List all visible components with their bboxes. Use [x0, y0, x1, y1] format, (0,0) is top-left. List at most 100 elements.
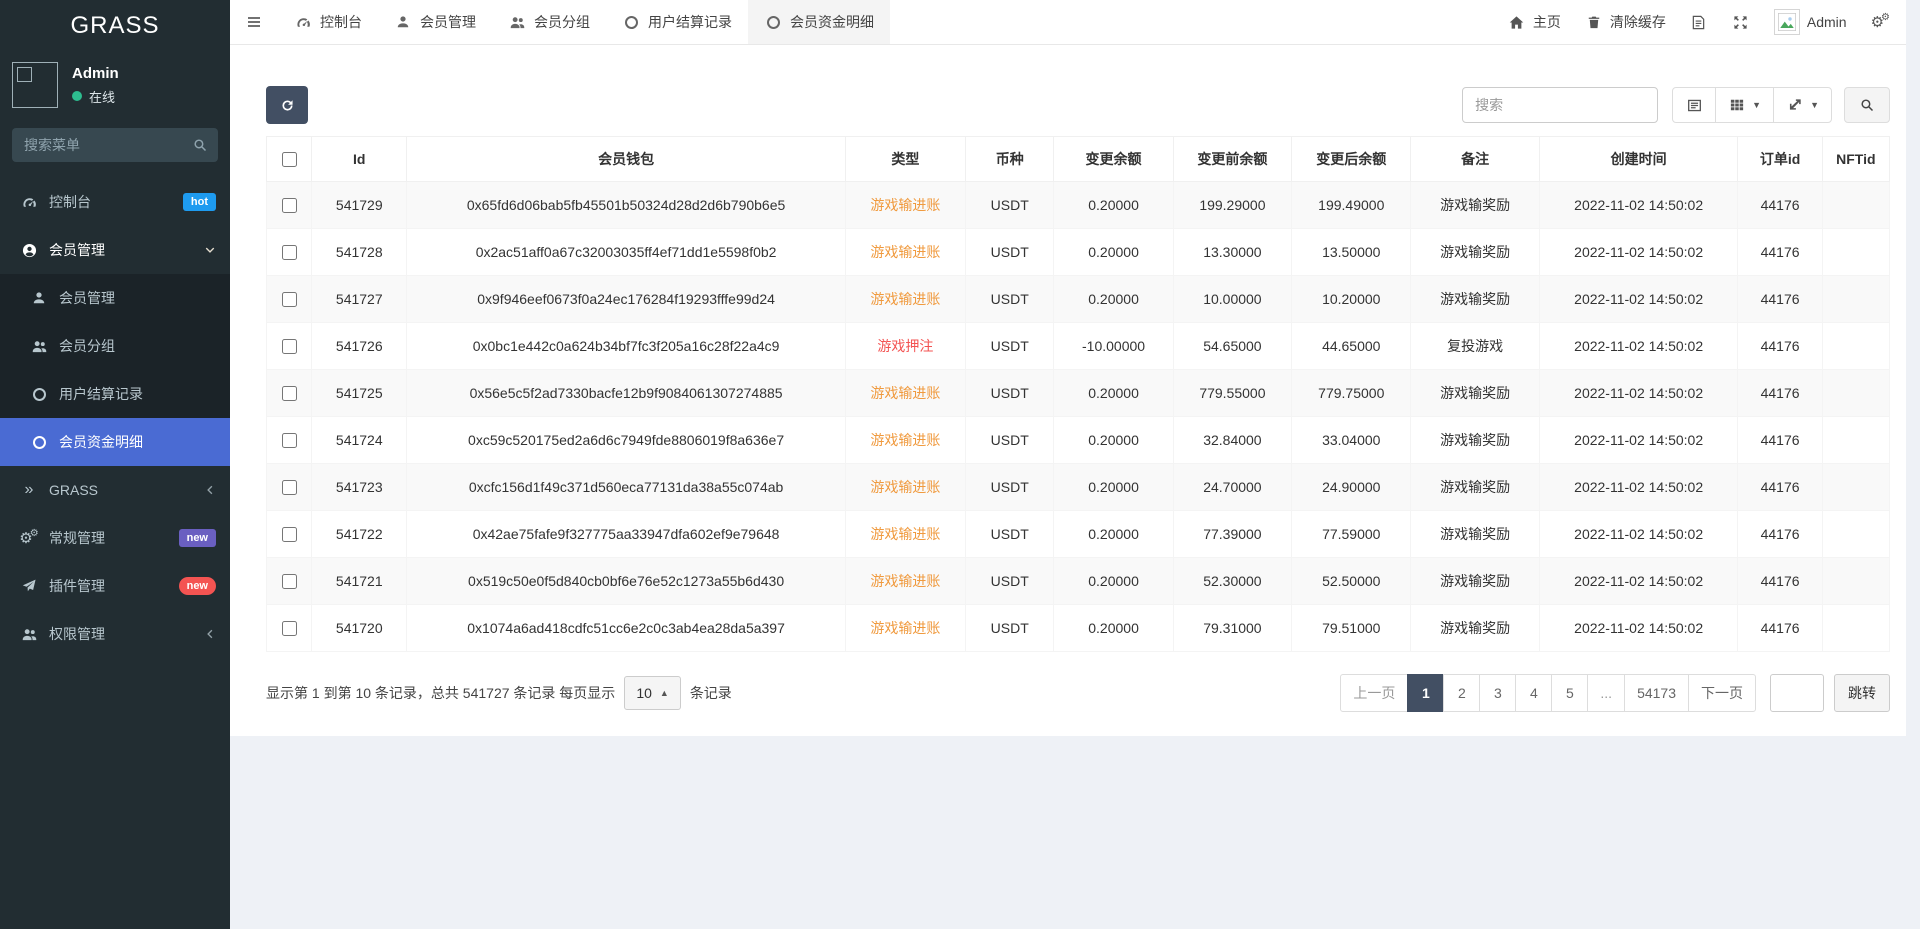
column-header[interactable]: 创建时间	[1539, 137, 1738, 182]
tab-item[interactable]: 会员管理	[378, 0, 492, 44]
search-button[interactable]	[1844, 87, 1890, 123]
cell-id: 541728	[312, 229, 407, 276]
sidebar-menu: 控制台hot会员管理会员管理会员分组用户结算记录会员资金明细»GRASS⚙⚙常规…	[0, 178, 230, 658]
sidebar-item[interactable]: 会员分组	[0, 322, 230, 370]
cell-type: 游戏输进账	[845, 370, 965, 417]
column-header[interactable]: 变更前余额	[1173, 137, 1291, 182]
column-header[interactable]: 会员钱包	[407, 137, 845, 182]
table-row: 5417290x65fd6d06bab5fb45501b50324d28d2d6…	[267, 182, 1890, 229]
cell-type: 游戏输进账	[845, 182, 965, 229]
sidebar-item[interactable]: 权限管理	[0, 610, 230, 658]
tab-item[interactable]: 会员分组	[492, 0, 606, 44]
sidebar-item[interactable]: 会员资金明细	[0, 418, 230, 466]
column-header[interactable]: NFTid	[1822, 137, 1889, 182]
page-size-value: 10	[636, 685, 652, 701]
sidebar-item[interactable]: 会员管理	[0, 226, 230, 274]
page-button[interactable]: 2	[1443, 674, 1480, 712]
search-icon[interactable]	[191, 138, 209, 152]
page-size-dropdown[interactable]: 10 ▲	[624, 676, 681, 710]
user-name: Admin	[72, 65, 119, 82]
cell-change: 0.20000	[1054, 229, 1173, 276]
row-checkbox[interactable]	[282, 621, 297, 636]
row-checkbox[interactable]	[282, 574, 297, 589]
online-dot	[72, 91, 82, 101]
cell-change: 0.20000	[1054, 511, 1173, 558]
cell-id: 541720	[312, 605, 407, 652]
user-status: 在线	[72, 87, 119, 106]
sidebar-item[interactable]: ⚙⚙常规管理new	[0, 514, 230, 562]
trash-icon	[1585, 15, 1603, 29]
row-checkbox[interactable]	[282, 480, 297, 495]
menu-search-input[interactable]	[12, 128, 218, 162]
language-button[interactable]	[1690, 15, 1708, 30]
columns-button[interactable]: ▼	[1715, 87, 1774, 123]
brand-logo: GRASS	[0, 0, 230, 52]
row-checkbox[interactable]	[282, 433, 297, 448]
export-button[interactable]: ▼	[1773, 87, 1832, 123]
table-search-input[interactable]	[1462, 87, 1658, 123]
clear-cache-button[interactable]: 清除缓存	[1585, 12, 1666, 32]
page-button[interactable]: 4	[1515, 674, 1552, 712]
settings-button[interactable]: ⚙⚙	[1871, 15, 1890, 30]
jump-button[interactable]: 跳转	[1834, 674, 1890, 712]
type-label: 游戏输进账	[870, 385, 940, 401]
sidebar-toggle-button[interactable]	[230, 0, 278, 44]
tab-active[interactable]: 会员资金明细	[748, 0, 890, 44]
circle-icon	[622, 16, 640, 29]
row-checkbox[interactable]	[282, 386, 297, 401]
row-checkbox[interactable]	[282, 339, 297, 354]
page-button[interactable]: 5	[1551, 674, 1588, 712]
home-button[interactable]: 主页	[1508, 12, 1561, 32]
page-button[interactable]: 3	[1479, 674, 1516, 712]
cell-before-balance: 10.00000	[1173, 276, 1291, 323]
cell-after-balance: 79.51000	[1292, 605, 1411, 652]
column-header[interactable]: 订单id	[1738, 137, 1822, 182]
sidebar-item[interactable]: »GRASS	[0, 466, 230, 514]
user-info: Admin 在线	[72, 65, 119, 106]
next-page-button[interactable]: 下一页	[1688, 674, 1756, 712]
row-select-cell	[267, 605, 312, 652]
tab-item[interactable]: 用户结算记录	[606, 0, 748, 44]
cell-change: -10.00000	[1054, 323, 1173, 370]
scrollbar[interactable]	[1906, 0, 1920, 929]
column-header[interactable]: 变更后余额	[1292, 137, 1411, 182]
column-header[interactable]: 类型	[845, 137, 965, 182]
column-header[interactable]: Id	[312, 137, 407, 182]
table-row: 5417250x56e5c5f2ad7330bacfe12b9f90840613…	[267, 370, 1890, 417]
prev-page-button[interactable]: 上一页	[1340, 674, 1408, 712]
user-menu[interactable]: Admin	[1774, 9, 1847, 35]
cell-remark: 游戏输奖励	[1411, 417, 1539, 464]
cell-before-balance: 77.39000	[1173, 511, 1291, 558]
cell-id: 541725	[312, 370, 407, 417]
sidebar-item[interactable]: 会员管理	[0, 274, 230, 322]
column-header[interactable]: 变更余额	[1054, 137, 1173, 182]
sidebar-item[interactable]: 用户结算记录	[0, 370, 230, 418]
detail-view-button[interactable]	[1672, 87, 1716, 123]
column-header[interactable]: 币种	[966, 137, 1054, 182]
cell-created-time: 2022-11-02 14:50:02	[1539, 276, 1738, 323]
refresh-button[interactable]	[266, 86, 308, 124]
jump-page-input[interactable]	[1770, 674, 1824, 712]
row-checkbox[interactable]	[282, 198, 297, 213]
cell-before-balance: 199.29000	[1173, 182, 1291, 229]
cell-before-balance: 779.55000	[1173, 370, 1291, 417]
row-checkbox[interactable]	[282, 292, 297, 307]
cell-after-balance: 24.90000	[1292, 464, 1411, 511]
page-button[interactable]: 54173	[1624, 674, 1689, 712]
fullscreen-button[interactable]	[1732, 15, 1750, 30]
tab-item[interactable]: 控制台	[278, 0, 378, 44]
users-icon	[30, 339, 48, 354]
sidebar-item[interactable]: 控制台hot	[0, 178, 230, 226]
column-header[interactable]: 备注	[1411, 137, 1539, 182]
cell-type: 游戏输进账	[845, 605, 965, 652]
cell-currency: USDT	[966, 511, 1054, 558]
select-all-checkbox[interactable]	[282, 152, 297, 167]
page-button[interactable]: 1	[1407, 674, 1444, 712]
cell-nft-id	[1822, 464, 1889, 511]
language-icon	[1690, 15, 1708, 30]
cell-created-time: 2022-11-02 14:50:02	[1539, 558, 1738, 605]
cell-created-time: 2022-11-02 14:50:02	[1539, 605, 1738, 652]
row-checkbox[interactable]	[282, 527, 297, 542]
sidebar-item[interactable]: 插件管理new	[0, 562, 230, 610]
row-checkbox[interactable]	[282, 245, 297, 260]
